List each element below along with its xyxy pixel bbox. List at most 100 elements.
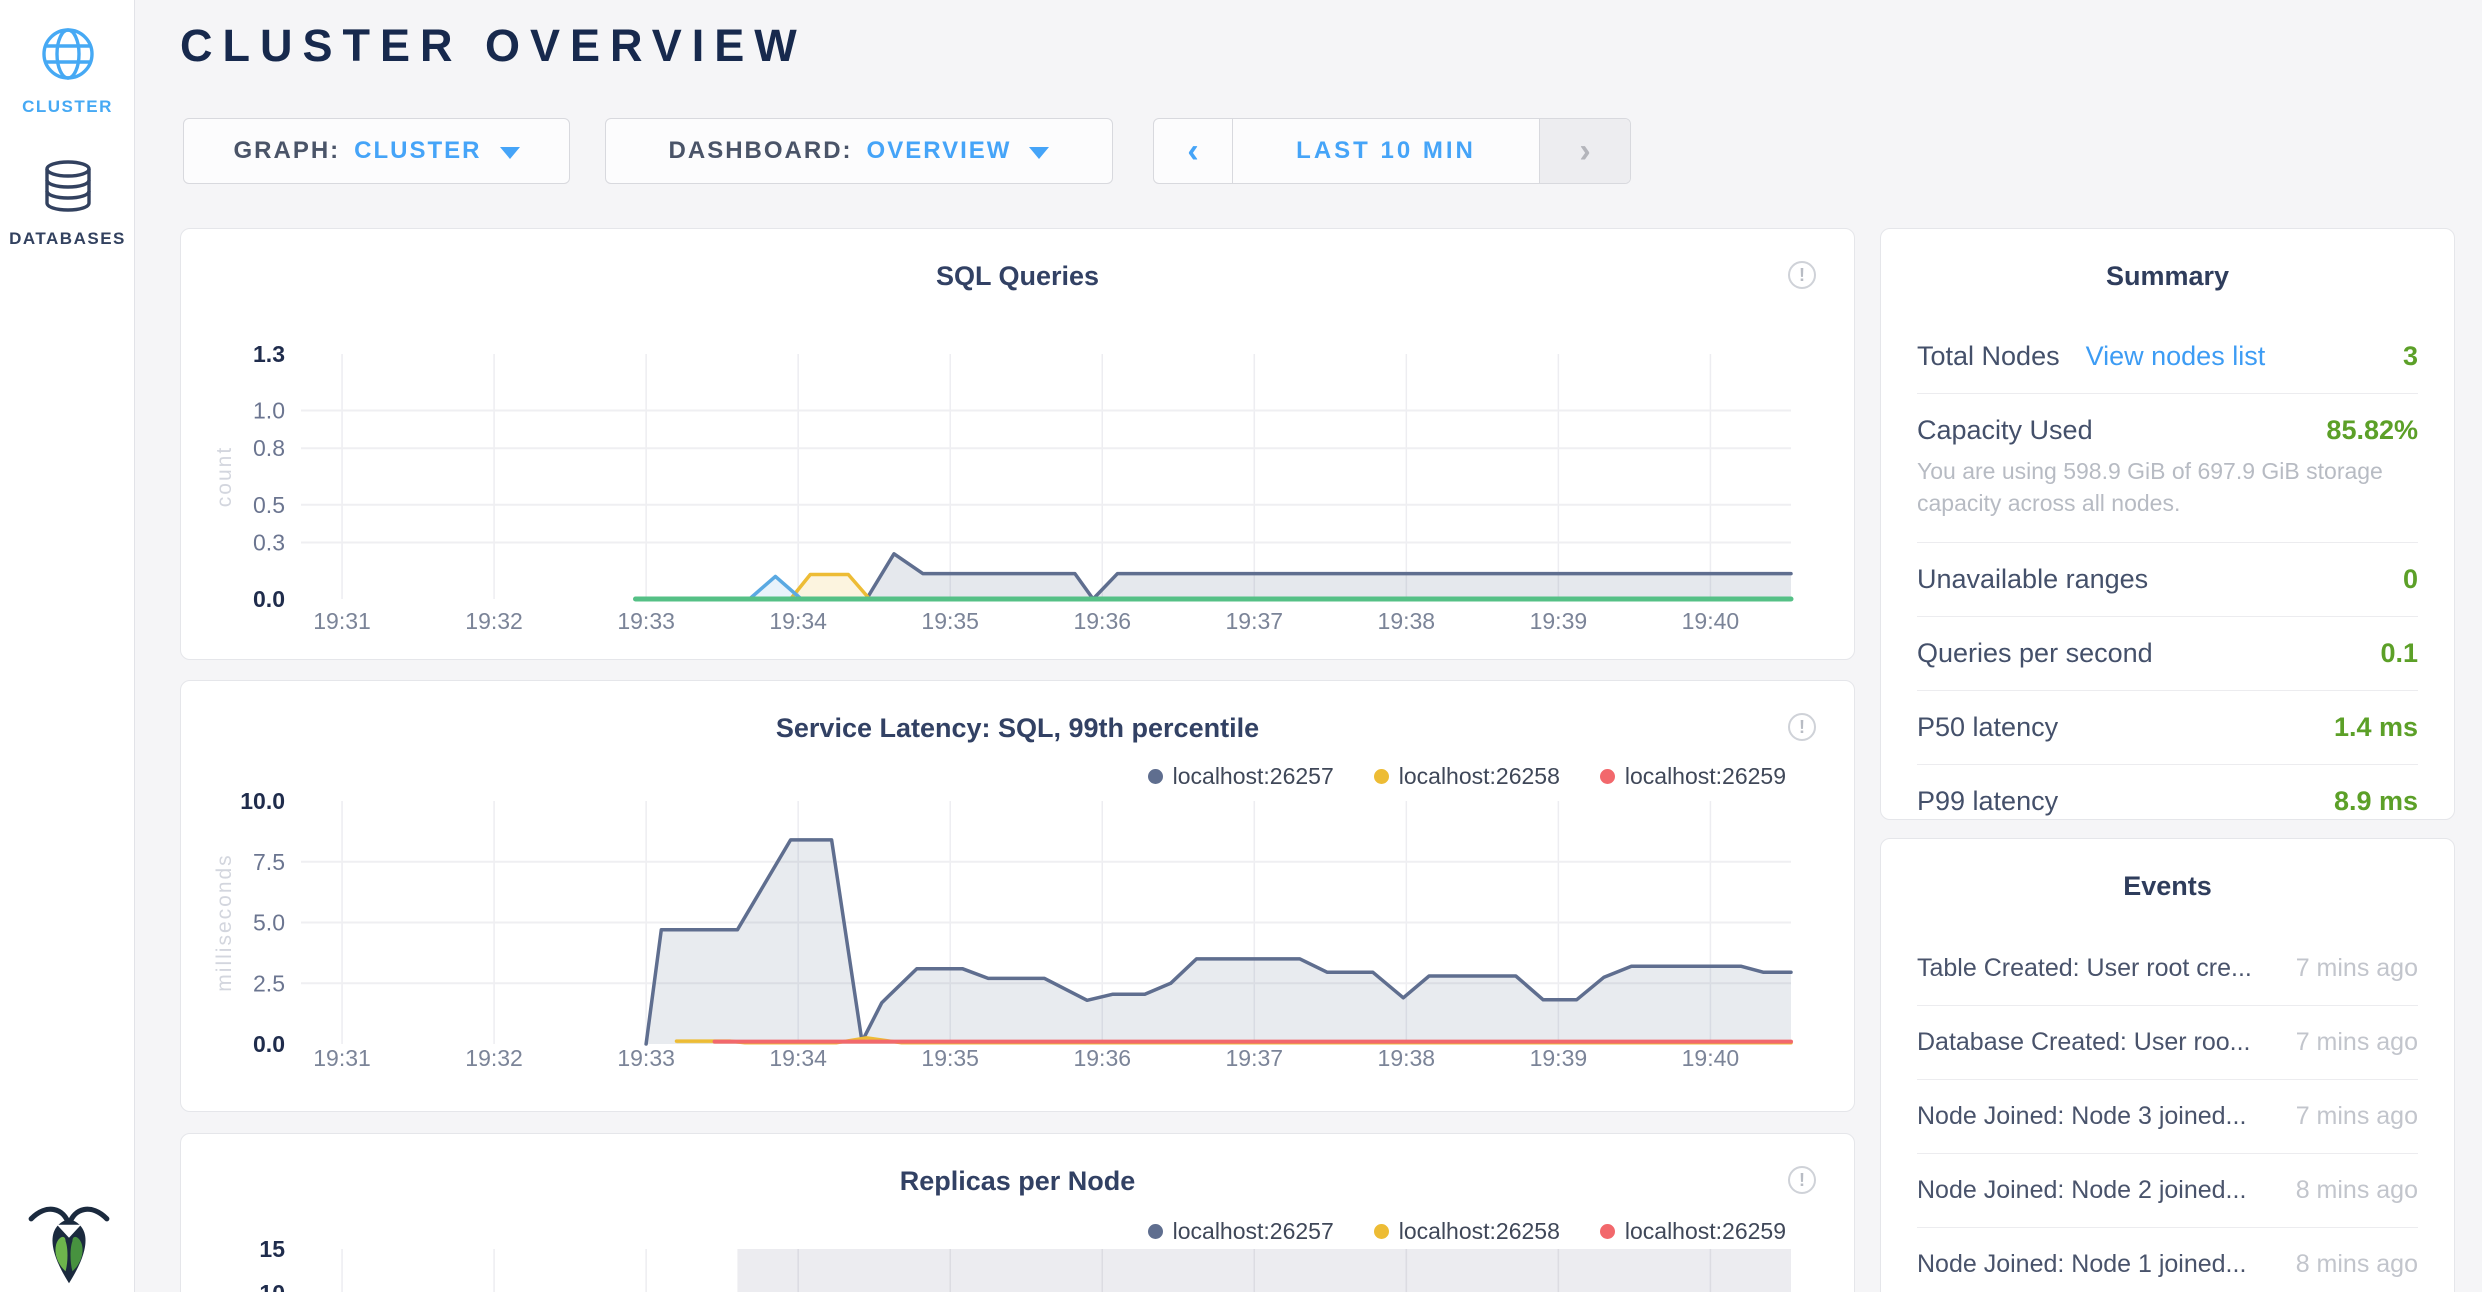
svg-text:19:34: 19:34 — [769, 608, 827, 634]
event-row: Node Joined: Node 1 joined... 8 mins ago — [1917, 1228, 2418, 1292]
svg-text:1.0: 1.0 — [253, 398, 285, 424]
event-row: Table Created: User root cre... 7 mins a… — [1917, 932, 2418, 1006]
svg-text:19:37: 19:37 — [1226, 1045, 1284, 1071]
svg-text:19:35: 19:35 — [921, 608, 979, 634]
time-next-button[interactable]: › — [1540, 119, 1630, 183]
summary-label: Queries per second — [1917, 638, 2153, 669]
svg-text:19:38: 19:38 — [1378, 1045, 1436, 1071]
info-icon[interactable]: ! — [1788, 261, 1816, 289]
svg-text:19:32: 19:32 — [465, 1045, 523, 1071]
chart-title: Service Latency: SQL, 99th percentile — [181, 713, 1854, 744]
graph-dropdown-label: GRAPH: — [233, 137, 340, 165]
time-range-control: ‹ LAST 10 MIN › — [1153, 118, 1631, 184]
svg-text:19:39: 19:39 — [1530, 1045, 1588, 1071]
chart-title: SQL Queries — [181, 261, 1854, 292]
summary-value: 8.9 ms — [2334, 786, 2418, 817]
graph-dropdown[interactable]: GRAPH: CLUSTER — [183, 118, 570, 184]
event-row: Node Joined: Node 3 joined... 7 mins ago — [1917, 1080, 2418, 1154]
event-time: 7 mins ago — [2296, 1102, 2418, 1131]
svg-text:19:31: 19:31 — [313, 608, 371, 634]
summary-row-total-nodes: Total Nodes View nodes list 3 — [1917, 320, 2418, 393]
summary-row-p50: P50 latency 1.4 ms — [1917, 690, 2418, 764]
graph-dropdown-value: CLUSTER — [354, 137, 481, 165]
summary-title: Summary — [1881, 261, 2454, 292]
chart-title: Replicas per Node — [181, 1166, 1854, 1197]
summary-panel: Summary Total Nodes View nodes list 3 Ca… — [1880, 228, 2455, 820]
sidebar-item-databases[interactable]: DATABASES — [0, 158, 135, 249]
events-list: Table Created: User root cre... 7 mins a… — [1917, 932, 2418, 1292]
svg-text:19:36: 19:36 — [1073, 1045, 1131, 1071]
service-latency-panel: Service Latency: SQL, 99th percentile ! … — [180, 680, 1855, 1112]
svg-text:2.5: 2.5 — [253, 970, 285, 996]
summary-value: 0.1 — [2380, 638, 2418, 669]
service-latency-chart[interactable]: 19:31 19:32 19:33 19:34 19:35 19:36 19:37 19:38… — [221, 781, 1833, 1081]
event-text: Node Joined: Node 3 joined... — [1917, 1102, 2246, 1131]
dashboard-dropdown[interactable]: DASHBOARD: OVERVIEW — [605, 118, 1113, 184]
svg-text:19:34: 19:34 — [769, 1045, 827, 1071]
summary-label: P50 latency — [1917, 712, 2058, 743]
summary-label: Unavailable ranges — [1917, 564, 2148, 595]
sidebar-item-databases-label: DATABASES — [0, 229, 135, 249]
summary-value: 1.4 ms — [2334, 712, 2418, 743]
sql-queries-panel: SQL Queries ! 19:3119:3219:3319:3419:351… — [180, 228, 1855, 660]
summary-row-unavailable-ranges: Unavailable ranges 0 — [1917, 542, 2418, 616]
event-time: 7 mins ago — [2296, 1028, 2418, 1057]
event-time: 8 mins ago — [2296, 1176, 2418, 1205]
svg-text:0.8: 0.8 — [253, 435, 285, 461]
summary-row-qps: Queries per second 0.1 — [1917, 616, 2418, 690]
summary-label: Total Nodes — [1917, 341, 2060, 372]
svg-text:19:40: 19:40 — [1682, 608, 1740, 634]
event-text: Database Created: User roo... — [1917, 1028, 2251, 1057]
svg-text:1.3: 1.3 — [253, 341, 285, 367]
sidebar: CLUSTER DATABASES — [0, 0, 135, 1292]
cockroachdb-logo — [26, 1198, 112, 1286]
chevron-down-icon — [1029, 147, 1049, 159]
svg-text:7.5: 7.5 — [253, 849, 285, 875]
event-time: 7 mins ago — [2296, 954, 2418, 983]
summary-value: 0 — [2403, 564, 2418, 595]
events-title: Events — [1881, 871, 2454, 902]
cluster-overview-page: CLUSTER DATABASES — [0, 0, 2482, 1292]
event-text: Node Joined: Node 2 joined... — [1917, 1176, 2246, 1205]
time-prev-button[interactable]: ‹ — [1154, 119, 1232, 183]
summary-row-capacity: Capacity Used 85.82% You are using 598.9… — [1917, 393, 2418, 542]
replicas-per-node-chart[interactable]: 19:3119:3219:3319:3419:3519:3619:3719:38… — [221, 1229, 1833, 1292]
dashboard-dropdown-value: OVERVIEW — [867, 137, 1012, 165]
database-icon — [40, 201, 96, 218]
svg-text:19:33: 19:33 — [617, 1045, 675, 1071]
svg-text:0.5: 0.5 — [253, 492, 285, 518]
time-range-value[interactable]: LAST 10 MIN — [1232, 119, 1540, 183]
events-panel: Events Table Created: User root cre... 7… — [1880, 838, 2455, 1292]
event-row: Node Joined: Node 2 joined... 8 mins ago — [1917, 1154, 2418, 1228]
summary-row-p99: P99 latency 8.9 ms — [1917, 764, 2418, 838]
sidebar-item-cluster-label: CLUSTER — [0, 97, 135, 117]
summary-value: 85.82% — [2326, 415, 2418, 446]
summary-label: P99 latency — [1917, 786, 2058, 817]
svg-text:19:33: 19:33 — [617, 608, 675, 634]
globe-icon — [40, 69, 96, 86]
svg-text:count: count — [213, 446, 236, 507]
info-icon[interactable]: ! — [1788, 713, 1816, 741]
capacity-description: You are using 598.9 GiB of 697.9 GiB sto… — [1917, 456, 2402, 519]
summary-label: Capacity Used — [1917, 415, 2093, 446]
svg-text:19:31: 19:31 — [313, 1045, 371, 1071]
svg-text:10: 10 — [259, 1280, 285, 1292]
sidebar-item-cluster[interactable]: CLUSTER — [0, 26, 135, 117]
view-nodes-list-link[interactable]: View nodes list — [2086, 341, 2266, 372]
replicas-per-node-panel: Replicas per Node ! localhost:26257local… — [180, 1133, 1855, 1292]
svg-text:0.0: 0.0 — [253, 1031, 285, 1057]
svg-text:19:35: 19:35 — [921, 1045, 979, 1071]
sql-queries-chart[interactable]: 19:3119:3219:3319:3419:3519:3619:3719:38… — [221, 337, 1833, 637]
svg-text:19:37: 19:37 — [1226, 608, 1284, 634]
svg-text:15: 15 — [259, 1236, 285, 1262]
event-text: Node Joined: Node 1 joined... — [1917, 1250, 2246, 1279]
summary-list: Total Nodes View nodes list 3 Capacity U… — [1917, 320, 2418, 838]
svg-text:milliseconds: milliseconds — [213, 853, 236, 991]
svg-text:10.0: 10.0 — [240, 788, 285, 814]
chevron-down-icon — [500, 147, 520, 159]
summary-value: 3 — [2403, 341, 2418, 372]
svg-text:19:38: 19:38 — [1378, 608, 1436, 634]
event-row: Database Created: User roo... 7 mins ago — [1917, 1006, 2418, 1080]
page-title: CLUSTER OVERVIEW — [180, 20, 807, 72]
info-icon[interactable]: ! — [1788, 1166, 1816, 1194]
